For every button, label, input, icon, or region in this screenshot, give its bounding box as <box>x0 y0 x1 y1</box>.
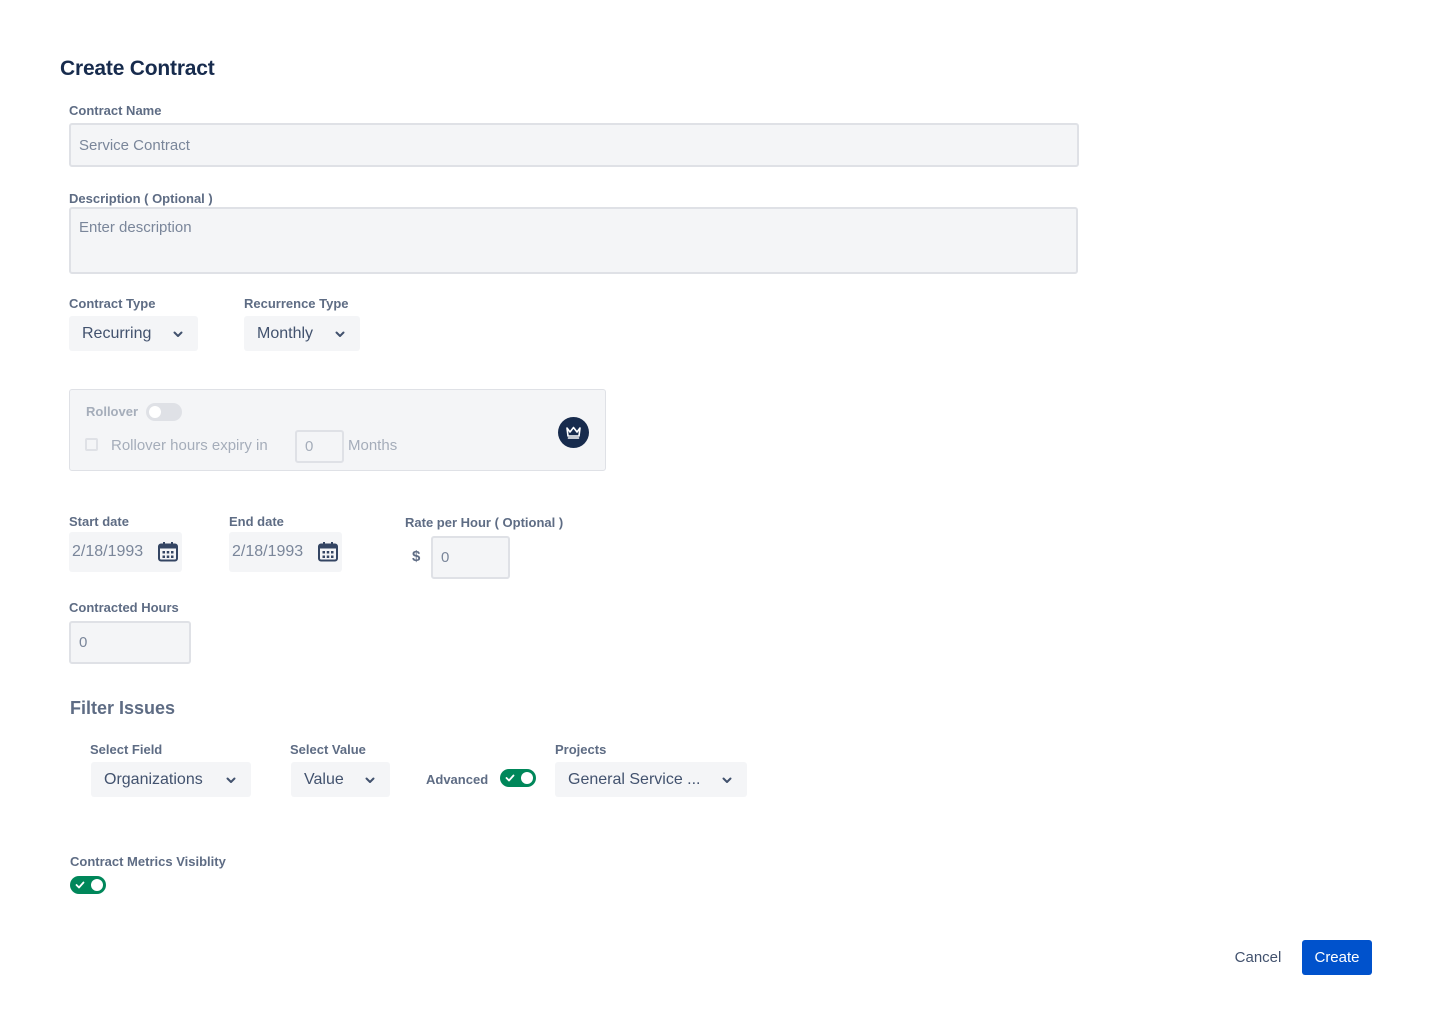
filter-issues-heading: Filter Issues <box>70 698 176 718</box>
toggle-knob <box>521 772 533 784</box>
end-date-label: End date <box>229 514 284 529</box>
page-title: Create Contract <box>60 57 215 80</box>
projects-dropdown[interactable]: General Service ... <box>555 762 747 797</box>
contract-type-select[interactable]: Recurring <box>69 316 198 351</box>
contracted-hours-value: 0 <box>79 634 88 651</box>
metrics-visibility-label: Contract Metrics Visiblity <box>70 854 226 869</box>
advanced-label: Advanced <box>426 772 489 787</box>
select-field-label: Select Field <box>90 742 163 757</box>
contracted-hours-label: Contracted Hours <box>69 600 179 615</box>
calendar-icon <box>158 542 178 562</box>
rollover-expiry-input[interactable]: 0 <box>295 430 344 463</box>
toggle-knob <box>91 879 103 891</box>
description-label: Description ( Optional ) <box>69 191 213 206</box>
rate-label: Rate per Hour ( Optional ) <box>405 515 564 530</box>
contract-type-label: Contract Type <box>69 296 156 311</box>
rate-input[interactable]: 0 <box>431 536 510 579</box>
rollover-label: Rollover <box>86 404 139 419</box>
contract-name-input[interactable]: Service Contract <box>69 123 1079 167</box>
start-date-picker[interactable]: 2/18/1993 <box>69 532 182 572</box>
check-icon <box>75 881 85 889</box>
start-date-value: 2/18/1993 <box>72 543 144 560</box>
rollover-expiry-label: Rollover hours expiry in <box>111 437 268 454</box>
projects-label: Projects <box>555 742 607 757</box>
start-date-label: Start date <box>69 514 129 529</box>
select-value-label: Select Value <box>290 742 366 757</box>
projects-value: General Service ... <box>568 770 701 788</box>
create-button[interactable]: Create <box>1302 940 1372 975</box>
chevron-down-icon <box>720 773 734 787</box>
end-date-value: 2/18/1993 <box>232 543 304 560</box>
select-field-value: Organizations <box>104 770 203 788</box>
recurrence-type-label: Recurrence Type <box>244 296 349 311</box>
end-date-picker[interactable]: 2/18/1993 <box>229 532 342 572</box>
currency-symbol: $ <box>412 548 421 565</box>
chevron-down-icon <box>171 327 185 341</box>
rollover-unit-label: Months <box>348 437 398 454</box>
recurrence-type-value: Monthly <box>257 324 314 342</box>
rate-value: 0 <box>441 549 450 566</box>
rollover-expiry-checkbox[interactable] <box>85 438 98 451</box>
rollover-expiry-value: 0 <box>305 438 314 455</box>
advanced-toggle[interactable] <box>500 769 536 787</box>
chevron-down-icon <box>363 773 377 787</box>
contract-type-value: Recurring <box>82 324 152 342</box>
select-value-value: Value <box>304 770 344 788</box>
description-textarea[interactable]: Enter description <box>69 207 1078 274</box>
chevron-down-icon <box>333 327 347 341</box>
chevron-down-icon <box>224 773 238 787</box>
contract-name-value: Service Contract <box>79 136 190 154</box>
metrics-visibility-toggle[interactable] <box>70 876 106 894</box>
select-value-dropdown[interactable]: Value <box>291 762 390 797</box>
rollover-toggle[interactable] <box>146 403 182 421</box>
calendar-icon <box>318 542 338 562</box>
cancel-button[interactable]: Cancel <box>1226 940 1290 975</box>
contract-name-label: Contract Name <box>69 103 162 118</box>
crown-icon[interactable] <box>558 417 589 448</box>
toggle-knob <box>149 406 161 418</box>
contracted-hours-input[interactable]: 0 <box>69 621 191 664</box>
select-field-dropdown[interactable]: Organizations <box>91 762 251 797</box>
check-icon <box>505 774 515 782</box>
description-placeholder: Enter description <box>79 219 192 236</box>
recurrence-type-select[interactable]: Monthly <box>244 316 360 351</box>
